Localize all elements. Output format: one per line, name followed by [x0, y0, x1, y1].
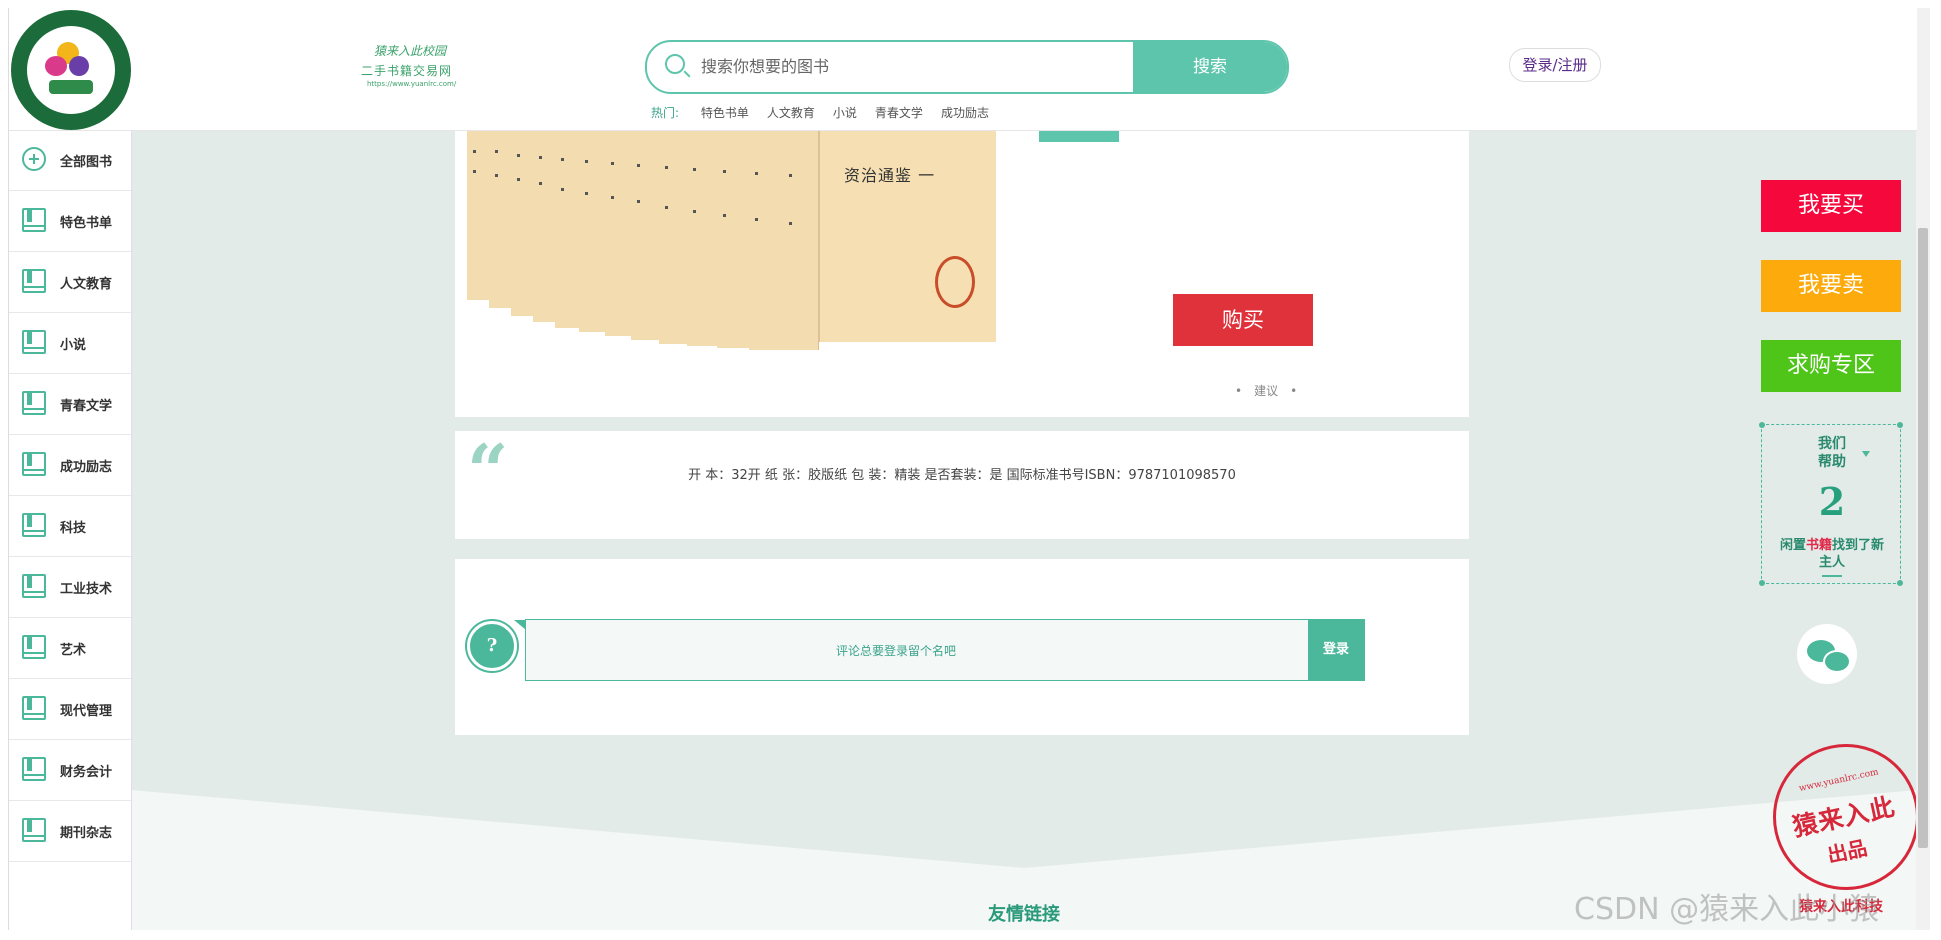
sidebar-item-label: 特色书单 [60, 216, 113, 231]
sidebar-item-9[interactable]: 现代管理 [9, 679, 131, 740]
help-description: 闲置书籍找到了新主人 [1779, 538, 1885, 570]
suggest-link[interactable]: • 建议 • [1223, 382, 1309, 399]
corner-dot-icon [1759, 422, 1765, 428]
login-register-button[interactable]: 登录/注册 [1509, 48, 1601, 82]
tab-indicator [1039, 130, 1119, 142]
book-spec-card: “ 开 本：32开 纸 张：胶版纸 包 装：精装 是否套装：是 国际标准书号IS… [455, 431, 1469, 539]
i-want-sell-button[interactable]: 我要卖 [1761, 260, 1901, 312]
hot-item[interactable]: 成功励志 [941, 106, 989, 120]
book-icon [22, 757, 46, 781]
book-icon [22, 391, 46, 415]
sidebar-item-label: 人文教育 [60, 277, 113, 292]
sidebar-item-8[interactable]: 艺术 [9, 618, 131, 679]
book-cover-title: 资治通鉴 一 [844, 166, 936, 185]
book-icon [22, 818, 46, 842]
dropdown-arrow-icon [1862, 451, 1870, 457]
buy-button[interactable]: 购买 [1173, 294, 1313, 346]
scrollbar-thumb[interactable] [1918, 228, 1928, 848]
search-input[interactable] [699, 42, 1133, 90]
sidebar-item-label: 成功励志 [60, 460, 113, 475]
bullet-icon: • [1290, 384, 1298, 398]
hot-item[interactable]: 人文教育 [767, 106, 815, 120]
site-name-logo[interactable]: 猿来入此校园 二手书籍交易网 https://www.yuanlrc.com/ [349, 38, 489, 98]
sidebar-item-label: 全部图书 [60, 155, 113, 170]
book-image: 资治通鉴 一 [467, 130, 997, 350]
plus-circle-icon [22, 147, 46, 171]
book-icon [22, 330, 46, 354]
page-scrollbar[interactable] [1916, 8, 1930, 930]
book-icon [22, 513, 46, 537]
divider [1822, 575, 1842, 577]
hot-keywords: 热门: 特色书单 人文教育 小说 青春文学 成功励志 [651, 104, 1007, 121]
sidebar-item-label: 期刊杂志 [60, 826, 113, 841]
sidebar-item-0[interactable]: 全部图书 [9, 130, 131, 191]
sidebar-item-6[interactable]: 科技 [9, 496, 131, 557]
browser-viewport: 资治通鉴 一 购买 • 建议 • “ 开 本：32开 纸 张：胶版纸 包 装：精装 … [8, 8, 1917, 930]
csdn-watermark: CSDN @猿来入此小猿 [1574, 892, 1880, 927]
sidebar-item-label: 工业技术 [60, 582, 113, 597]
corner-dot-icon [1759, 580, 1765, 586]
sidebar-item-label: 艺术 [60, 643, 87, 658]
comment-card: ? 评论总要登录留个名吧 登录 [455, 559, 1469, 735]
sidebar-item-label: 青春文学 [60, 399, 113, 414]
book-spec-text: 开 本：32开 纸 张：胶版纸 包 装：精装 是否套装：是 国际标准书号ISBN… [688, 468, 1236, 483]
comment-login-button[interactable]: 登录 [1308, 620, 1364, 680]
bullet-icon: • [1235, 384, 1243, 398]
sidebar-item-5[interactable]: 成功励志 [9, 435, 131, 496]
wanted-zone-button[interactable]: 求购专区 [1761, 340, 1901, 392]
search-bar: 搜索 [645, 40, 1289, 94]
sidebar-item-1[interactable]: 特色书单 [9, 191, 131, 252]
sidebar-item-label: 科技 [60, 521, 87, 536]
book-icon [22, 269, 46, 293]
book-detail-card: 资治通鉴 一 购买 • 建议 • [455, 130, 1469, 417]
help-heading: 我们 帮助 [1818, 436, 1846, 470]
book-icon [22, 574, 46, 598]
corner-dot-icon [1897, 580, 1903, 586]
site-header: 猿来入此校园 二手书籍交易网 https://www.yuanlrc.com/ … [9, 8, 1917, 131]
sidebar-item-label: 小说 [60, 338, 87, 353]
book-icon [22, 635, 46, 659]
sidebar-item-11[interactable]: 期刊杂志 [9, 801, 131, 862]
book-icon [22, 208, 46, 232]
wechat-icon[interactable] [1797, 624, 1857, 684]
help-stats-box: 我们 帮助 2 闲置书籍找到了新主人 [1759, 422, 1903, 586]
question-icon: ? [467, 621, 517, 671]
hot-item[interactable]: 特色书单 [701, 106, 749, 120]
hot-label: 热门: [651, 106, 680, 120]
category-sidebar: 全部图书特色书单人文教育小说青春文学成功励志科技工业技术艺术现代管理财务会计期刊… [9, 130, 132, 930]
i-want-buy-button[interactable]: 我要买 [1761, 180, 1901, 232]
sidebar-item-3[interactable]: 小说 [9, 313, 131, 374]
suggest-label: 建议 [1254, 384, 1279, 398]
corner-dot-icon [1897, 422, 1903, 428]
search-icon [665, 54, 685, 74]
sidebar-item-4[interactable]: 青春文学 [9, 374, 131, 435]
sidebar-item-10[interactable]: 财务会计 [9, 740, 131, 801]
sidebar-item-2[interactable]: 人文教育 [9, 252, 131, 313]
comment-placeholder: 评论总要登录留个名吧 [835, 644, 956, 658]
book-cover: 资治通鉴 一 [818, 130, 996, 342]
sidebar-item-label: 现代管理 [60, 704, 113, 719]
search-button[interactable]: 搜索 [1133, 42, 1287, 92]
sidebar-item-label: 财务会计 [60, 765, 113, 780]
sidebar-item-7[interactable]: 工业技术 [9, 557, 131, 618]
book-icon [22, 696, 46, 720]
book-icon [22, 452, 46, 476]
hot-item[interactable]: 小说 [833, 106, 857, 120]
hot-item[interactable]: 青春文学 [875, 106, 923, 120]
university-logo[interactable] [11, 10, 131, 130]
comment-input[interactable]: 评论总要登录留个名吧 登录 [514, 619, 1365, 681]
help-count: 2 [1818, 479, 1846, 524]
seal-icon [935, 256, 975, 308]
